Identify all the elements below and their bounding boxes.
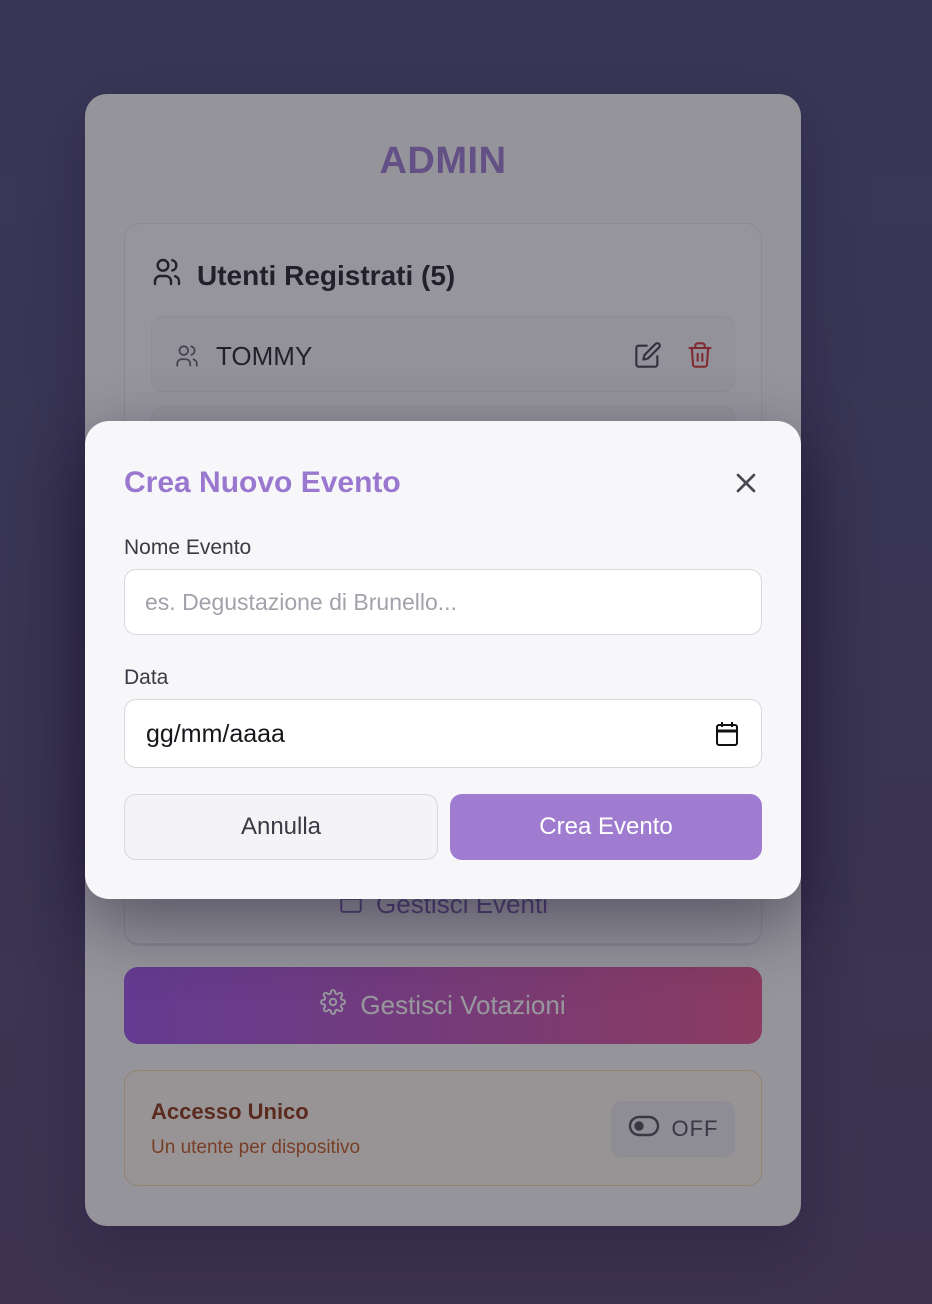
event-name-label: Nome Evento xyxy=(124,536,252,559)
create-event-button[interactable]: Crea Evento xyxy=(450,794,762,860)
date-input[interactable]: gg/mm/aaaa xyxy=(124,699,762,768)
modal-title: Crea Nuovo Evento xyxy=(124,466,401,499)
event-name-input[interactable] xyxy=(124,569,762,635)
calendar-picker-icon[interactable] xyxy=(715,721,739,752)
close-icon[interactable] xyxy=(730,467,762,499)
create-event-modal: Crea Nuovo Evento Nome Evento Data gg/mm… xyxy=(85,421,801,899)
date-placeholder: gg/mm/aaaa xyxy=(146,720,285,748)
date-label: Data xyxy=(124,666,169,689)
cancel-button[interactable]: Annulla xyxy=(124,794,438,860)
